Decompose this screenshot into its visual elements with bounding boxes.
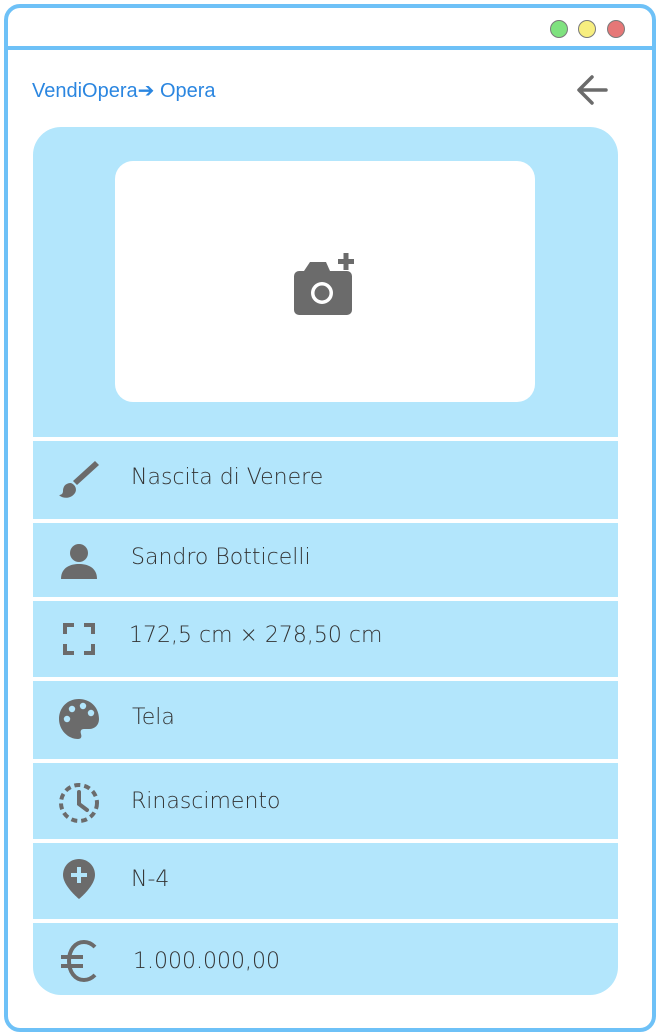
history-icon — [59, 783, 99, 823]
artwork-title: Nascita di Venere — [131, 465, 324, 490]
palette-icon — [59, 699, 99, 739]
close-button[interactable] — [607, 20, 625, 38]
back-button[interactable] — [572, 70, 612, 110]
breadcrumb[interactable]: VendiOpera➔ Opera — [32, 78, 216, 103]
artwork-price: 1.000.000,00 — [133, 949, 280, 974]
add-location-icon — [63, 859, 95, 899]
artwork-author: Sandro Botticelli — [131, 545, 311, 570]
field-author[interactable]: Sandro Botticelli — [33, 523, 618, 597]
field-dimensions[interactable]: 172,5 cm × 278,50 cm — [33, 601, 618, 677]
artwork-location: N-4 — [131, 867, 170, 892]
artwork-period: Rinascimento — [131, 789, 281, 814]
artwork-dimensions: 172,5 cm × 278,50 cm — [129, 623, 383, 648]
title-bar — [8, 8, 652, 50]
minimize-button[interactable] — [578, 20, 596, 38]
maximize-button[interactable] — [550, 20, 568, 38]
artwork-card: Nascita di Venere Sandro Botticelli 172,… — [33, 127, 618, 995]
field-title[interactable]: Nascita di Venere — [33, 441, 618, 519]
photo-upload-area[interactable] — [115, 161, 535, 402]
app-window: VendiOpera➔ Opera Nascita di Venere Sand… — [4, 4, 656, 1032]
person-icon — [61, 544, 97, 579]
brush-icon — [59, 461, 99, 498]
euro-icon — [61, 939, 97, 983]
field-period[interactable]: Rinascimento — [33, 763, 618, 839]
artwork-technique: Tela — [132, 705, 175, 730]
camera-plus-icon — [294, 253, 354, 315]
field-technique[interactable]: Tela — [33, 681, 618, 759]
arrow-left-icon — [577, 75, 608, 105]
field-price[interactable]: 1.000.000,00 — [33, 923, 618, 995]
fullscreen-icon — [63, 623, 95, 655]
field-location[interactable]: N-4 — [33, 843, 618, 919]
